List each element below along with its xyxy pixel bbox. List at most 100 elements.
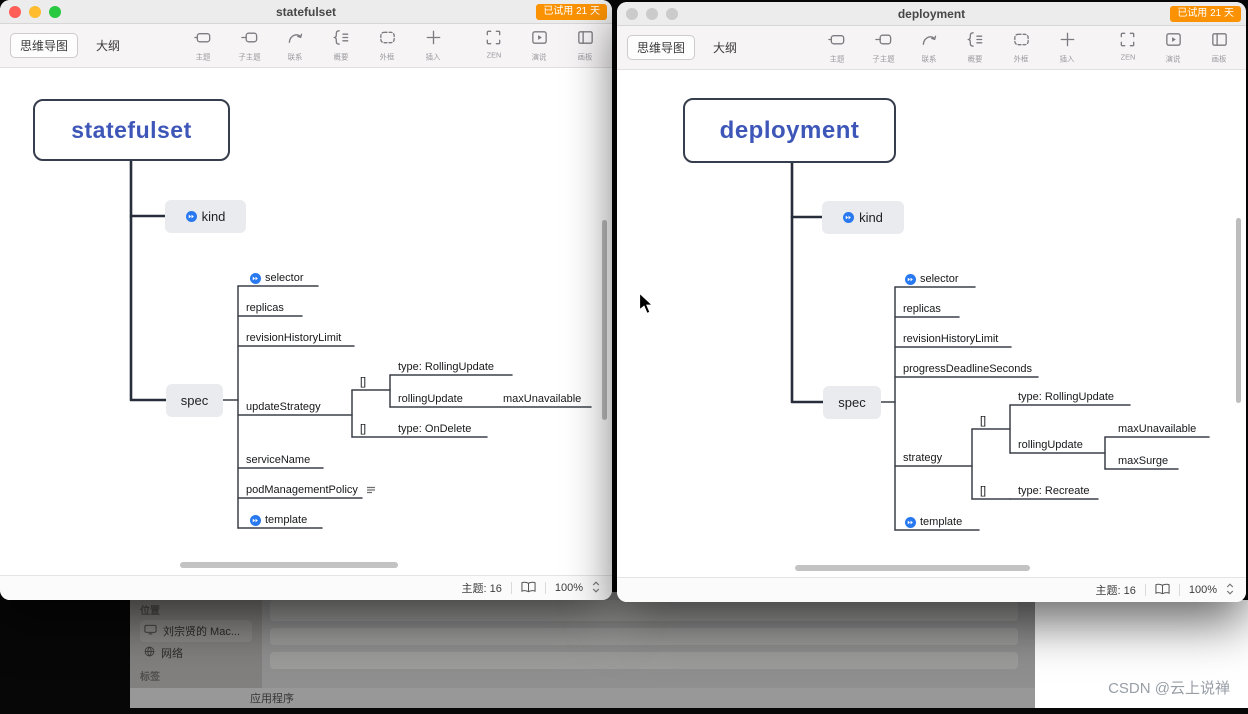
vertical-scrollbar[interactable] bbox=[602, 220, 607, 420]
boundary-icon bbox=[1012, 30, 1031, 52]
topic-button[interactable]: 主题 bbox=[821, 30, 854, 65]
topic-rollingupdate[interactable]: rollingUpdate bbox=[1018, 438, 1083, 452]
zoom-stepper[interactable] bbox=[592, 580, 600, 597]
topic-maxsurge[interactable]: maxSurge bbox=[1118, 454, 1168, 468]
trial-badge[interactable]: 已试用 21 天 bbox=[1170, 6, 1241, 22]
minimize-button[interactable] bbox=[646, 7, 658, 20]
vertical-scrollbar[interactable] bbox=[1236, 218, 1241, 403]
subtopic-icon bbox=[240, 28, 259, 50]
subtopic-button[interactable]: 子主题 bbox=[867, 30, 900, 65]
topic-type-recreate[interactable]: type: Recreate bbox=[1018, 484, 1090, 498]
topic-maxunavailable[interactable]: maxUnavailable bbox=[1118, 422, 1196, 436]
notes-icon[interactable] bbox=[365, 484, 377, 496]
topic-count: 主题: 16 bbox=[461, 583, 502, 595]
marker-icon bbox=[250, 514, 261, 526]
topic-kind[interactable]: kind bbox=[822, 201, 904, 234]
topic-bracket[interactable]: [] bbox=[980, 414, 986, 428]
boundary-icon bbox=[378, 28, 397, 50]
summary-icon bbox=[332, 28, 351, 50]
root-topic[interactable]: deployment bbox=[683, 98, 896, 163]
topic-bracket[interactable]: [] bbox=[980, 484, 986, 498]
relationship-button[interactable]: 联系 bbox=[279, 28, 312, 63]
window-title: deployment bbox=[897, 6, 966, 21]
topic-revisionHistoryLimit[interactable]: revisionHistoryLimit bbox=[903, 332, 998, 346]
summary-icon bbox=[966, 30, 985, 52]
zoom-stepper[interactable] bbox=[1226, 582, 1234, 599]
topic-updateStrategy[interactable]: updateStrategy bbox=[246, 400, 321, 414]
horizontal-scrollbar[interactable] bbox=[180, 562, 398, 568]
boundary-button[interactable]: 外框 bbox=[371, 28, 404, 63]
topic-type-rollingupdate[interactable]: type: RollingUpdate bbox=[398, 360, 494, 374]
topic-revisionHistoryLimit[interactable]: revisionHistoryLimit bbox=[246, 331, 341, 345]
zoom-button[interactable] bbox=[666, 7, 678, 20]
minimize-button[interactable] bbox=[29, 5, 41, 18]
insert-icon bbox=[424, 28, 443, 50]
topic-template[interactable]: template bbox=[250, 513, 307, 527]
topic-serviceName[interactable]: serviceName bbox=[246, 453, 310, 467]
pitch-button[interactable]: 演说 bbox=[523, 28, 556, 63]
topic-bracket[interactable]: [] bbox=[360, 422, 366, 436]
mindmap-canvas[interactable]: statefulset kind spec selector replicas … bbox=[0, 68, 612, 575]
insert-button[interactable]: 插入 bbox=[417, 28, 450, 63]
toolbar: 思维导图 大纲 主题 子主题 联系 概要 外框 插入 ZEN 演说 画板 bbox=[617, 26, 1246, 70]
tab-outline[interactable]: 大纲 bbox=[86, 33, 130, 58]
topic-type-ondelete[interactable]: type: OnDelete bbox=[398, 422, 471, 436]
marker-icon bbox=[843, 212, 855, 223]
summary-button[interactable]: 概要 bbox=[959, 30, 992, 65]
zoom-level[interactable]: 100% bbox=[555, 582, 583, 594]
titlebar[interactable]: statefulset 已试用 21 天 bbox=[0, 0, 612, 24]
statusbar: 主题: 16 100% bbox=[617, 577, 1246, 602]
boundary-button[interactable]: 外框 bbox=[1005, 30, 1038, 65]
topic-selector[interactable]: selector bbox=[905, 272, 959, 286]
tab-mindmap[interactable]: 思维导图 bbox=[627, 35, 696, 60]
zoom-level[interactable]: 100% bbox=[1189, 584, 1217, 596]
topic-replicas[interactable]: replicas bbox=[903, 302, 941, 316]
topic-kind[interactable]: kind bbox=[165, 200, 246, 233]
topic-icon bbox=[194, 28, 213, 50]
relationship-button[interactable]: 联系 bbox=[913, 30, 946, 65]
book-icon bbox=[521, 581, 536, 596]
zen-button[interactable]: ZEN bbox=[477, 28, 510, 60]
insert-button[interactable]: 插入 bbox=[1051, 30, 1084, 65]
board-button[interactable]: 画板 bbox=[569, 28, 602, 63]
subtopic-icon bbox=[874, 30, 893, 52]
topic-podManagementPolicy[interactable]: podManagementPolicy bbox=[246, 483, 377, 497]
mindmap-canvas[interactable]: deployment kind spec selector replicas r… bbox=[617, 70, 1246, 577]
close-button[interactable] bbox=[9, 5, 21, 18]
statusbar: 主题: 16 100% bbox=[0, 575, 612, 600]
outline-preview-button[interactable] bbox=[521, 581, 536, 596]
relationship-icon bbox=[920, 30, 939, 52]
statefulset-window: statefulset 已试用 21 天 思维导图 大纲 主题 子主题 联系 概… bbox=[0, 0, 612, 600]
topic-button[interactable]: 主题 bbox=[187, 28, 220, 63]
topic-strategy[interactable]: strategy bbox=[903, 451, 942, 465]
topic-bracket[interactable]: [] bbox=[360, 375, 366, 389]
outline-preview-button[interactable] bbox=[1155, 583, 1170, 598]
topic-maxunavailable[interactable]: maxUnavailable bbox=[503, 392, 581, 406]
divider bbox=[1178, 584, 1180, 596]
topic-spec[interactable]: spec bbox=[166, 384, 223, 417]
topic-template[interactable]: template bbox=[905, 515, 962, 529]
tab-mindmap[interactable]: 思维导图 bbox=[10, 33, 79, 58]
root-topic[interactable]: statefulset bbox=[33, 99, 230, 161]
zoom-button[interactable] bbox=[49, 5, 61, 18]
topic-count: 主题: 16 bbox=[1095, 585, 1136, 597]
topic-progressDeadlineSeconds[interactable]: progressDeadlineSeconds bbox=[903, 362, 1032, 376]
dim-overlay bbox=[130, 592, 1035, 708]
divider bbox=[1144, 584, 1146, 596]
horizontal-scrollbar[interactable] bbox=[795, 565, 1030, 571]
topic-selector[interactable]: selector bbox=[250, 271, 304, 285]
close-button[interactable] bbox=[626, 7, 638, 20]
tab-outline[interactable]: 大纲 bbox=[703, 35, 747, 60]
topic-type-rollingupdate[interactable]: type: RollingUpdate bbox=[1018, 390, 1114, 404]
board-button[interactable]: 画板 bbox=[1203, 30, 1236, 65]
topic-rollingupdate[interactable]: rollingUpdate bbox=[398, 392, 463, 406]
titlebar[interactable]: deployment 已试用 21 天 bbox=[617, 2, 1246, 26]
subtopic-button[interactable]: 子主题 bbox=[233, 28, 266, 63]
summary-button[interactable]: 概要 bbox=[325, 28, 358, 63]
topic-replicas[interactable]: replicas bbox=[246, 301, 284, 315]
pitch-button[interactable]: 演说 bbox=[1157, 30, 1190, 65]
pitch-icon bbox=[530, 28, 549, 50]
trial-badge[interactable]: 已试用 21 天 bbox=[536, 4, 607, 20]
topic-spec[interactable]: spec bbox=[823, 386, 881, 419]
zen-button[interactable]: ZEN bbox=[1111, 30, 1144, 62]
